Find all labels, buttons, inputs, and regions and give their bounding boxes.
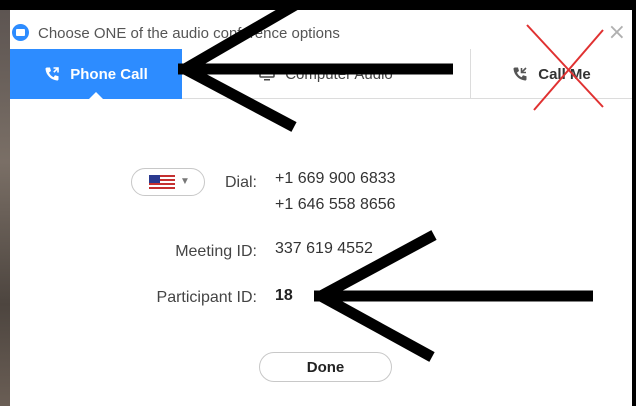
phone-icon [512,66,528,82]
participant-id-label: Participant ID: [156,289,257,306]
meeting-id-label: Meeting ID: [175,243,257,260]
tab-phone-call-label: Phone Call [70,65,148,83]
tab-call-me-label: Call Me [538,65,591,83]
dial-number-2: +1 646 558 8656 [275,196,396,213]
us-flag-icon [149,175,175,190]
annotation-right-bar [632,10,636,406]
participant-id-value: 18 [275,287,293,304]
dial-number-1: +1 669 900 6833 [275,170,396,187]
background-photo-strip [0,0,10,406]
audio-tabs: Phone Call Computer Audio Call Me [10,49,632,100]
close-icon[interactable]: × [608,20,626,45]
dial-label: Dial: [224,174,257,191]
audio-options-dialog: Choose ONE of the audio conference optio… [10,10,632,406]
chevron-down-icon: ▼ [180,176,190,187]
annotation-top-bar [0,0,636,10]
title-bar: Choose ONE of the audio conference optio… [10,18,632,45]
tab-phone-call[interactable]: Phone Call [10,49,182,100]
zoom-app-icon [12,24,29,41]
tab-call-me[interactable]: Call Me [470,49,632,99]
done-button[interactable]: Done [259,352,392,382]
computer-icon [259,66,275,82]
tab-computer-audio-label: Computer Audio [285,65,393,83]
tab-computer-audio[interactable]: Computer Audio [182,49,470,99]
phone-icon [44,66,60,82]
country-select-button[interactable]: ▼ [131,168,205,196]
meeting-id-value: 337 619 4552 [275,240,373,257]
window-title: Choose ONE of the audio conference optio… [38,25,340,42]
